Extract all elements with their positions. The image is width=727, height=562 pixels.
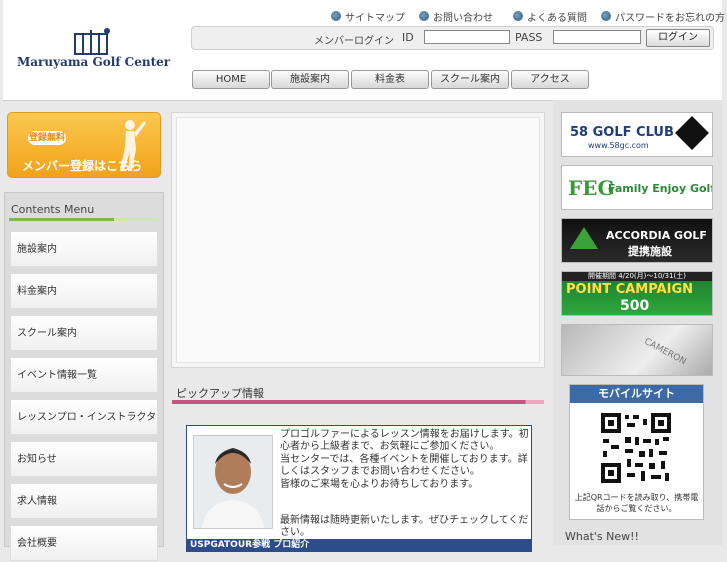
bullet-icon <box>601 11 611 21</box>
id-input[interactable] <box>424 30 510 44</box>
mobile-site-note: 上記QRコードを読み取り、携帯電話からご覧ください。 <box>574 493 699 513</box>
qr-code-icon[interactable] <box>599 411 673 485</box>
ad-cameron[interactable]: CAMERON <box>561 324 713 376</box>
menu-item[interactable]: 求人情報 <box>10 483 158 519</box>
login-button[interactable]: ログイン <box>646 29 710 47</box>
top-link-contact[interactable]: お問い合わせ <box>419 9 493 24</box>
pickup-text: 皆様のご来場を心よりお待ちしております。 <box>280 479 479 490</box>
whats-new-title: What's New!! <box>565 530 639 543</box>
pickup-text: 最新情報は随時更新いたします。ぜひチェックしてください。 <box>280 515 529 538</box>
logo-text: Maruyama Golf Center <box>17 55 171 69</box>
contents-menu-title: Contents Menu <box>11 203 95 216</box>
campaign-period: 開催期間 4/20(月)～10/31(土) <box>562 272 712 281</box>
pickup-title: ピックアップ情報 <box>176 387 264 400</box>
ad-title: Family Enjoy Golf <box>608 182 713 195</box>
ad-point-campaign[interactable]: 開催期間 4/20(月)～10/31(土) POINT CAMPAIGN 500 <box>561 271 713 316</box>
ad-accordia-golf[interactable]: ACCORDIA GOLF 提携施設 <box>561 218 713 263</box>
person-photo-icon <box>194 436 272 528</box>
pickup-text: プロゴルファーによるレッスン情報をお届けします。初心者から上級者まで、お気軽にご… <box>280 429 529 452</box>
menu-item[interactable]: 会社概要 <box>10 525 158 561</box>
nav-facilities[interactable]: 施設案内 <box>271 70 349 89</box>
ad-points: 500 <box>620 298 650 314</box>
menu-item[interactable]: 施設案内 <box>10 231 158 267</box>
member-login-bar: メンバーログイン ID PASS ログイン <box>191 26 714 50</box>
nav-school[interactable]: スクール案内 <box>431 70 509 89</box>
bullet-icon <box>513 11 523 21</box>
ad-title: POINT CAMPAIGN <box>566 282 694 297</box>
top-link-faq[interactable]: よくある質問 <box>513 9 587 24</box>
nav-home[interactable]: HOME <box>192 70 270 89</box>
site-logo[interactable]: Maruyama Golf Center <box>17 24 171 74</box>
pro-photo <box>193 435 273 529</box>
nav-access[interactable]: アクセス <box>511 70 589 89</box>
top-link-forgot-password[interactable]: パスワードをお忘れの方 <box>601 9 725 24</box>
menu-item[interactable]: スクール案内 <box>10 315 158 351</box>
login-label: メンバーログイン <box>314 36 394 47</box>
contents-menu: Contents Menu 施設案内 料金案内 スクール案内 イベント情報一覧 … <box>4 192 164 561</box>
menu-item[interactable]: イベント情報一覧 <box>10 357 158 393</box>
right-sidebar: 58 GOLF CLUB www.58gc.com FEG Family Enj… <box>553 100 723 545</box>
ad-url: www.58gc.com <box>588 141 649 150</box>
gate-logo-icon <box>74 28 110 55</box>
accordia-logo-icon <box>570 227 598 249</box>
nav-price[interactable]: 料金表 <box>351 70 429 89</box>
free-badge: 登録無料 <box>28 131 66 145</box>
mobile-site-title: モバイルサイト <box>570 385 703 403</box>
pickup-footer: USPGATOUR参戦 プロ紹介 <box>187 539 531 551</box>
divider <box>172 400 544 404</box>
bullet-icon <box>419 11 429 21</box>
divider <box>9 218 159 221</box>
pickup-text: 当センターでは、各種イベントを開催しております。詳しくはスタッフまでお問い合わせ… <box>280 454 528 477</box>
top-link-sitemap[interactable]: サイトマップ <box>331 9 405 24</box>
ad-subtitle: 提携施設 <box>628 245 672 258</box>
menu-item[interactable]: レッスンプロ・インストラクター紹介 <box>10 399 158 459</box>
bullet-icon <box>331 11 341 21</box>
menu-item[interactable]: お知らせ <box>10 441 158 477</box>
site-header: Maruyama Golf Center サイトマップ お問い合わせ よくある質… <box>3 0 725 101</box>
diamond-logo-icon <box>675 116 709 150</box>
menu-item[interactable]: 料金案内 <box>10 273 158 309</box>
ad-title: ACCORDIA GOLF <box>606 229 707 242</box>
pickup-card[interactable]: プロゴルファーによるレッスン情報をお届けします。初心者から上級者まで、お気軽にご… <box>186 425 532 552</box>
ad-title: CAMERON <box>642 336 688 368</box>
main-visual <box>171 112 545 368</box>
id-label: ID <box>402 31 414 44</box>
pass-label: PASS <box>515 31 543 44</box>
ad-58-golf-club[interactable]: 58 GOLF CLUB www.58gc.com <box>561 112 713 157</box>
password-input[interactable] <box>553 30 641 44</box>
main-visual-frame <box>176 117 540 363</box>
golfer-icon <box>120 120 146 171</box>
mobile-site-box: モバイルサイト 上記QRコードを読み取り、携帯電話からご覧ください。 <box>569 384 704 520</box>
ad-title: 58 GOLF CLUB <box>570 125 674 140</box>
member-signup-banner[interactable]: 登録無料 メンバー登録はこちら <box>7 112 161 178</box>
ad-family-enjoy-golf[interactable]: FEG Family Enjoy Golf <box>561 165 713 210</box>
